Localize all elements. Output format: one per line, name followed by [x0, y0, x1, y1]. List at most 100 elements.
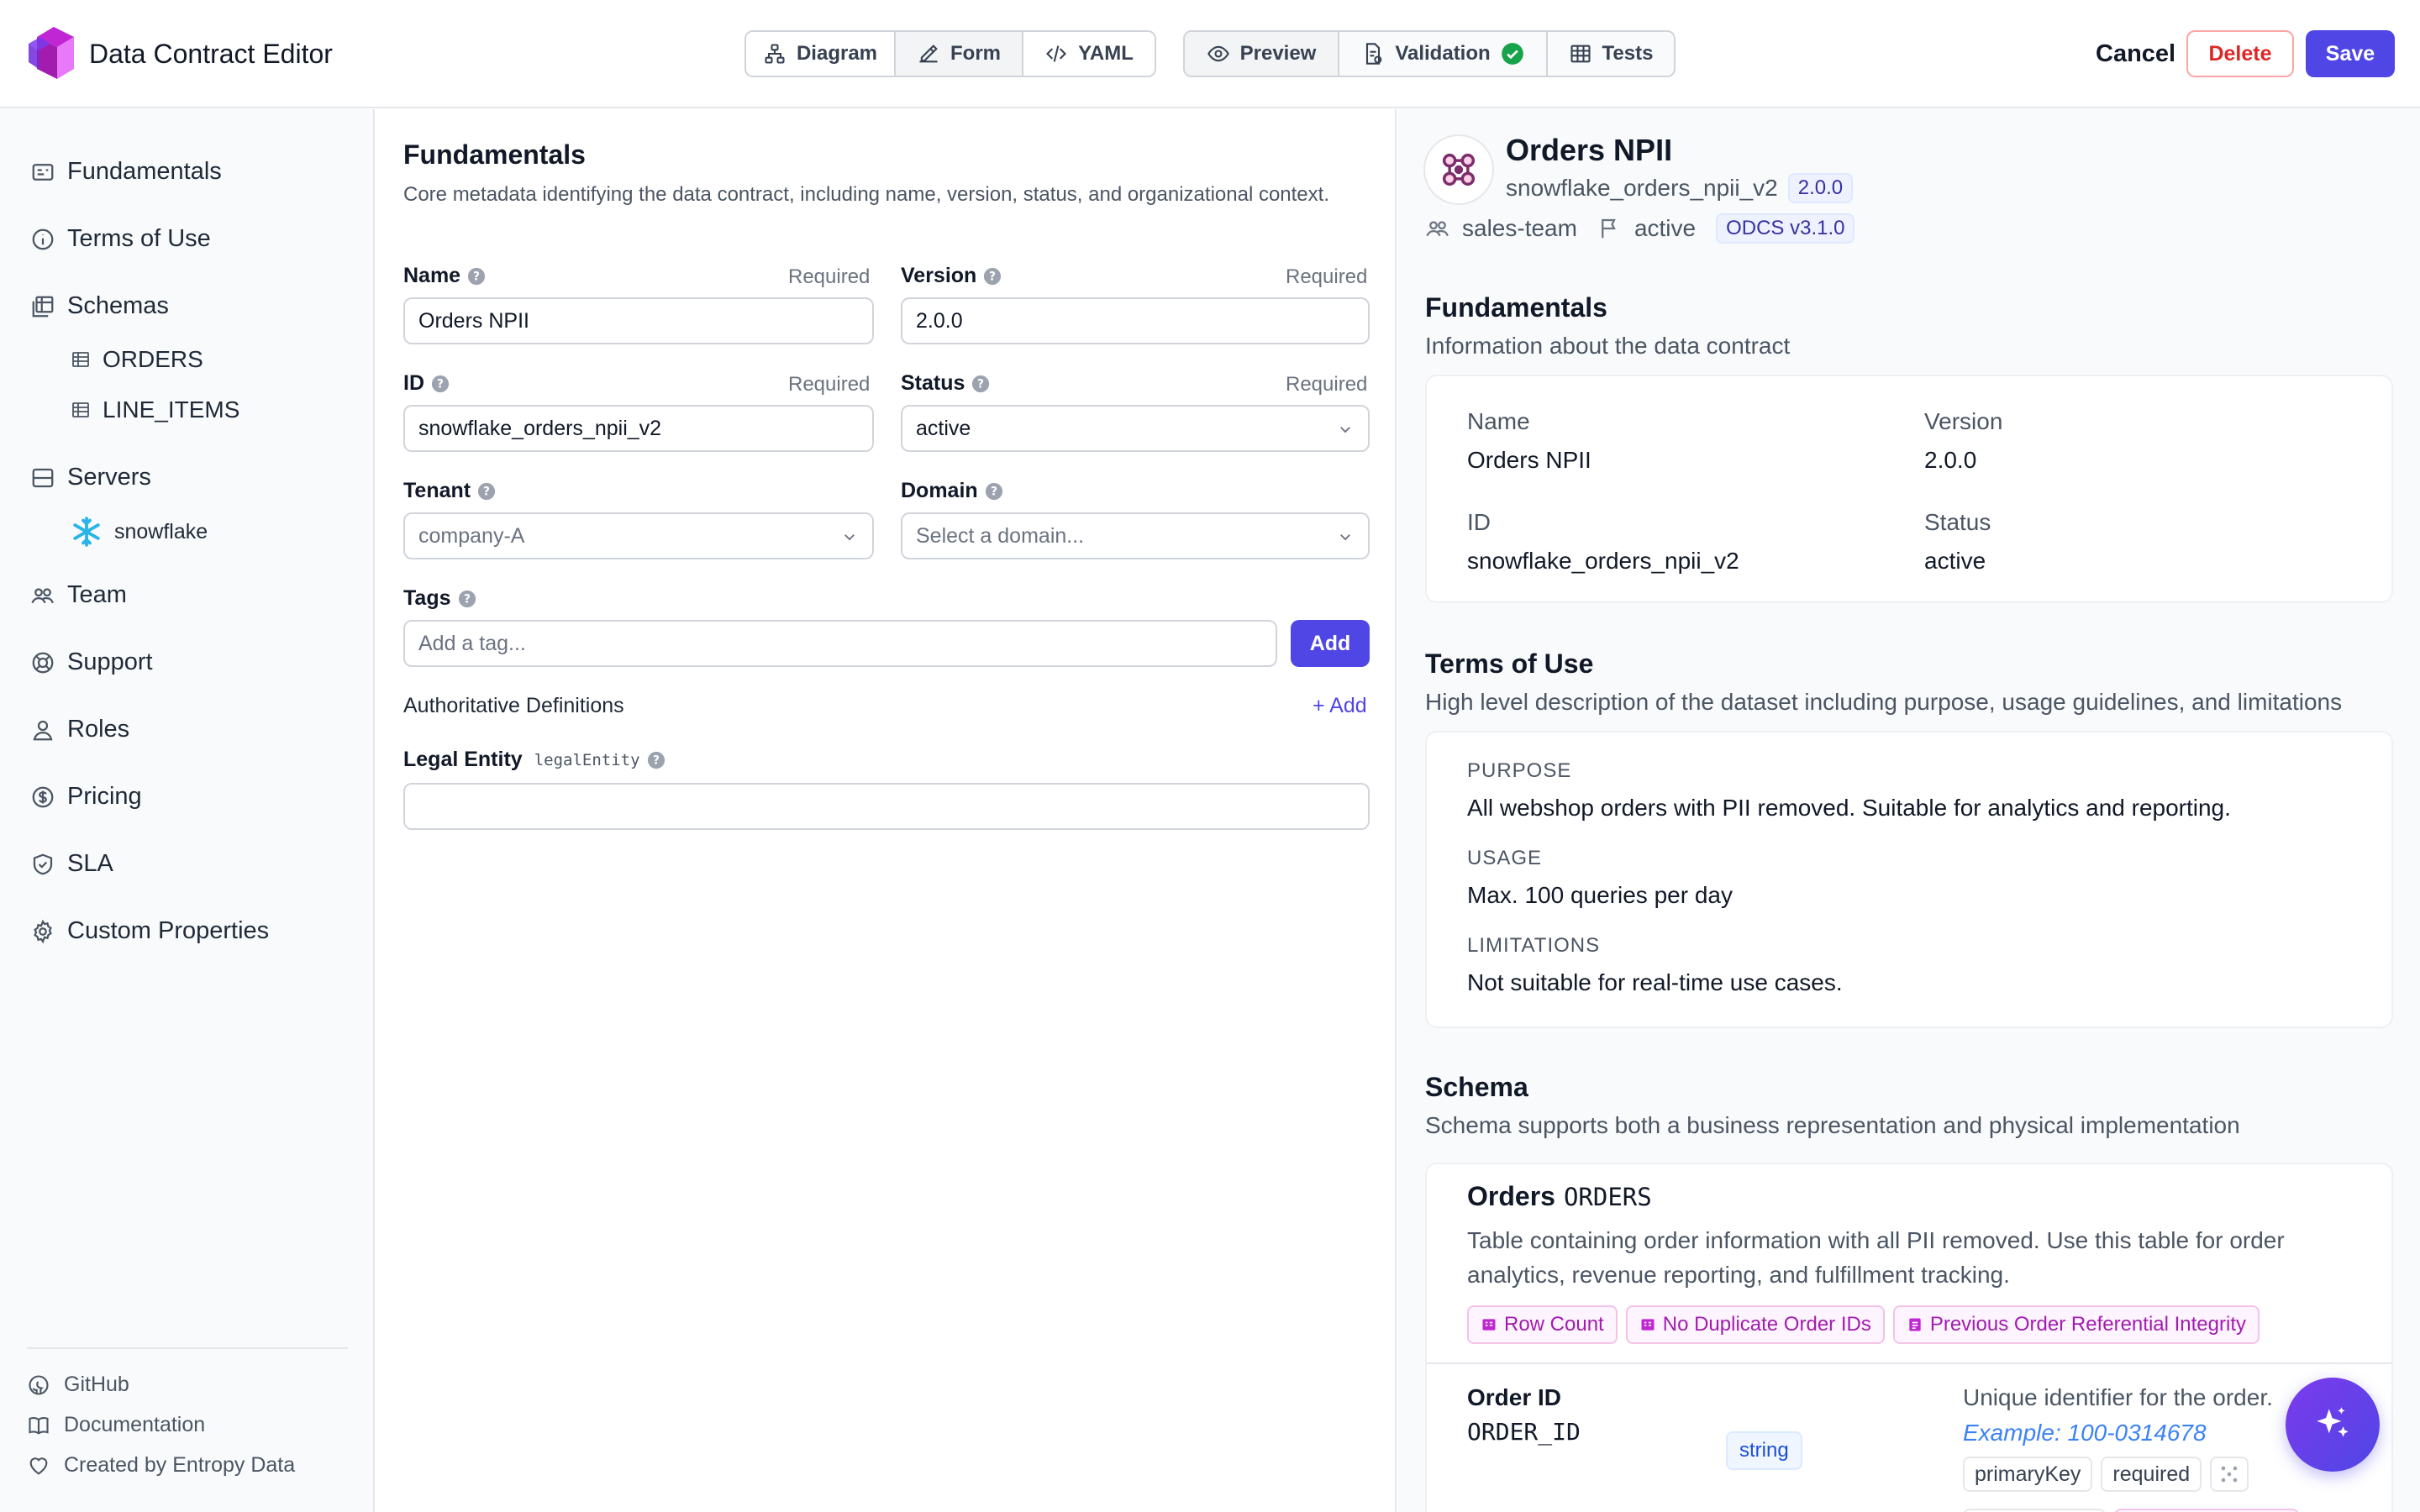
ai-assistant-button[interactable]	[2286, 1378, 2380, 1472]
quality-check-label: No Duplicate Order IDs	[1662, 1313, 1871, 1336]
team-icon	[31, 587, 54, 603]
help-icon[interactable]: ?	[458, 590, 476, 608]
kv-value: 2.0.0	[1924, 447, 1977, 473]
svg-text:?: ?	[991, 485, 997, 498]
svg-text:?: ?	[473, 270, 480, 283]
sidebar-item-label: Fundamentals	[67, 158, 222, 185]
yaml-tab[interactable]: YAML	[1023, 32, 1155, 76]
preview-terms-title: Terms of Use	[1425, 648, 1594, 679]
sidebar-item-schemas[interactable]: Schemas	[30, 292, 169, 320]
user-icon	[33, 720, 53, 740]
version-input[interactable]: 2.0.0	[901, 297, 1370, 344]
tag-icon-chip[interactable]	[2210, 1457, 2249, 1492]
sidebar-item-fundamentals[interactable]: Fundamentals	[30, 158, 222, 186]
status-select[interactable]: active	[901, 405, 1370, 452]
sidebar-item-support[interactable]: Support	[30, 648, 153, 676]
sidebar-schema-line-items[interactable]: LINE_ITEMS	[71, 396, 239, 423]
sidebar-item-roles[interactable]: Roles	[30, 716, 129, 743]
sidebar-server-snowflake[interactable]: snowflake	[71, 516, 208, 548]
usage-label: USAGE	[1467, 847, 1543, 869]
sidebar-item-servers[interactable]: Servers	[30, 464, 151, 491]
required-hint: Required	[1286, 373, 1368, 396]
sidebar-item-team[interactable]: Team	[30, 581, 127, 609]
quality-check-tag[interactable]: No Duplicate Order IDs	[1625, 1305, 1885, 1344]
save-button[interactable]: Save	[2306, 30, 2395, 77]
tests-tab[interactable]: Tests	[1548, 32, 1674, 76]
header: Data Contract Editor Diagram Form YAML P…	[0, 0, 2420, 108]
limitations-label: LIMITATIONS	[1467, 934, 1601, 957]
tags-label-text: Tags	[403, 586, 451, 610]
svg-text:?: ?	[437, 377, 444, 391]
footer-link-label: Created by Entropy Data	[64, 1453, 296, 1477]
table-stack-icon	[32, 296, 54, 317]
column-example: Example: 100-0314678	[1963, 1420, 2207, 1446]
book-icon	[29, 1416, 49, 1435]
table-physical-name: ORDERS	[1563, 1183, 1652, 1211]
created-by-link[interactable]: Created by Entropy Data	[27, 1453, 295, 1478]
sidebar-item-label: Roles	[67, 716, 130, 743]
form-tab[interactable]: Form	[896, 32, 1023, 76]
required-hint: Required	[1286, 265, 1368, 288]
documentation-link[interactable]: Documentation	[27, 1413, 205, 1437]
schema-card: Orders ORDERS Table containing order inf…	[1425, 1163, 2393, 1512]
column-description: Unique identifier for the order.	[1963, 1384, 2273, 1410]
preview-fundamentals-title: Fundamentals	[1425, 292, 1607, 323]
check-circle-icon	[1501, 43, 1523, 65]
row-divider	[1427, 1362, 2391, 1364]
team-icon	[1426, 221, 1449, 237]
footer-link-label: GitHub	[64, 1373, 129, 1396]
sidebar-item-pricing[interactable]: Pricing	[30, 783, 142, 811]
domain-select[interactable]: Select a domain...	[901, 512, 1370, 559]
help-icon[interactable]: ?	[467, 267, 486, 286]
chip-partial	[2114, 1509, 2299, 1512]
help-icon[interactable]: ?	[431, 375, 450, 393]
legal-entity-input[interactable]	[403, 783, 1370, 830]
add-tag-button[interactable]: Add	[1291, 620, 1370, 667]
quality-check-label: Row Count	[1504, 1313, 1604, 1336]
diagram-tab[interactable]: Diagram	[746, 32, 896, 76]
sidebar-schema-orders[interactable]: ORDERS	[71, 346, 203, 373]
validation-tab[interactable]: Validation	[1339, 32, 1548, 76]
sidebar-item-sla[interactable]: SLA	[30, 850, 113, 878]
id-input[interactable]: snowflake_orders_npii_v2	[403, 405, 874, 452]
terms-card: PURPOSE All webshop orders with PII remo…	[1425, 731, 2393, 1028]
help-icon[interactable]: ?	[971, 375, 990, 393]
help-icon[interactable]: ?	[647, 751, 666, 769]
quality-check-tag[interactable]: Row Count	[1467, 1305, 1618, 1344]
tool-switcher: Preview Validation Tests	[1183, 30, 1676, 77]
form-description: Core metadata identifying the data contr…	[403, 183, 1329, 206]
sidebar-item-label: Servers	[67, 464, 151, 491]
contract-meta: sales-team active ODCS v3.1.0	[1425, 213, 1855, 244]
chip-partial	[1963, 1509, 2106, 1512]
status-text: active	[1634, 215, 1697, 241]
add-authoritative-definition-button[interactable]: + Add	[1313, 694, 1367, 718]
delete-button[interactable]: Delete	[2186, 30, 2294, 77]
github-icon	[29, 1374, 49, 1395]
sidebar-item-terms-of-use[interactable]: Terms of Use	[30, 225, 211, 253]
footer-link-label: Documentation	[64, 1413, 206, 1436]
status-label-text: Status	[901, 371, 965, 395]
team-name: sales-team	[1462, 215, 1577, 241]
version-label-text: Version	[901, 264, 977, 287]
sidebar-item-label: Team	[67, 581, 127, 608]
code-icon	[1046, 45, 1067, 62]
preview-tab-label: Preview	[1239, 42, 1317, 65]
app-logo-icon	[29, 27, 74, 79]
help-icon[interactable]: ?	[477, 482, 496, 501]
preview-schema-desc: Schema supports both a business represen…	[1425, 1112, 2240, 1138]
sparkles-icon	[2317, 1407, 2349, 1437]
github-link[interactable]: GitHub	[27, 1373, 129, 1397]
tag-input[interactable]: Add a tag...	[403, 620, 1277, 667]
lifebuoy-icon	[32, 652, 54, 673]
document-check-icon	[1366, 43, 1382, 65]
preview-tab[interactable]: Preview	[1185, 32, 1339, 76]
tenant-select[interactable]: company-A	[403, 512, 874, 559]
help-icon[interactable]: ?	[985, 482, 1003, 501]
name-input[interactable]: Orders NPII	[403, 297, 874, 344]
quality-check-tag[interactable]: Previous Order Referential Integrity	[1892, 1305, 2260, 1344]
sidebar-item-custom-properties[interactable]: Custom Properties	[30, 917, 269, 945]
help-icon[interactable]: ?	[983, 267, 1002, 286]
cancel-button[interactable]: Cancel	[2096, 37, 2175, 71]
table-description: Table containing order information with …	[1467, 1227, 2285, 1288]
sidebar-item-label: Custom Properties	[67, 917, 270, 944]
